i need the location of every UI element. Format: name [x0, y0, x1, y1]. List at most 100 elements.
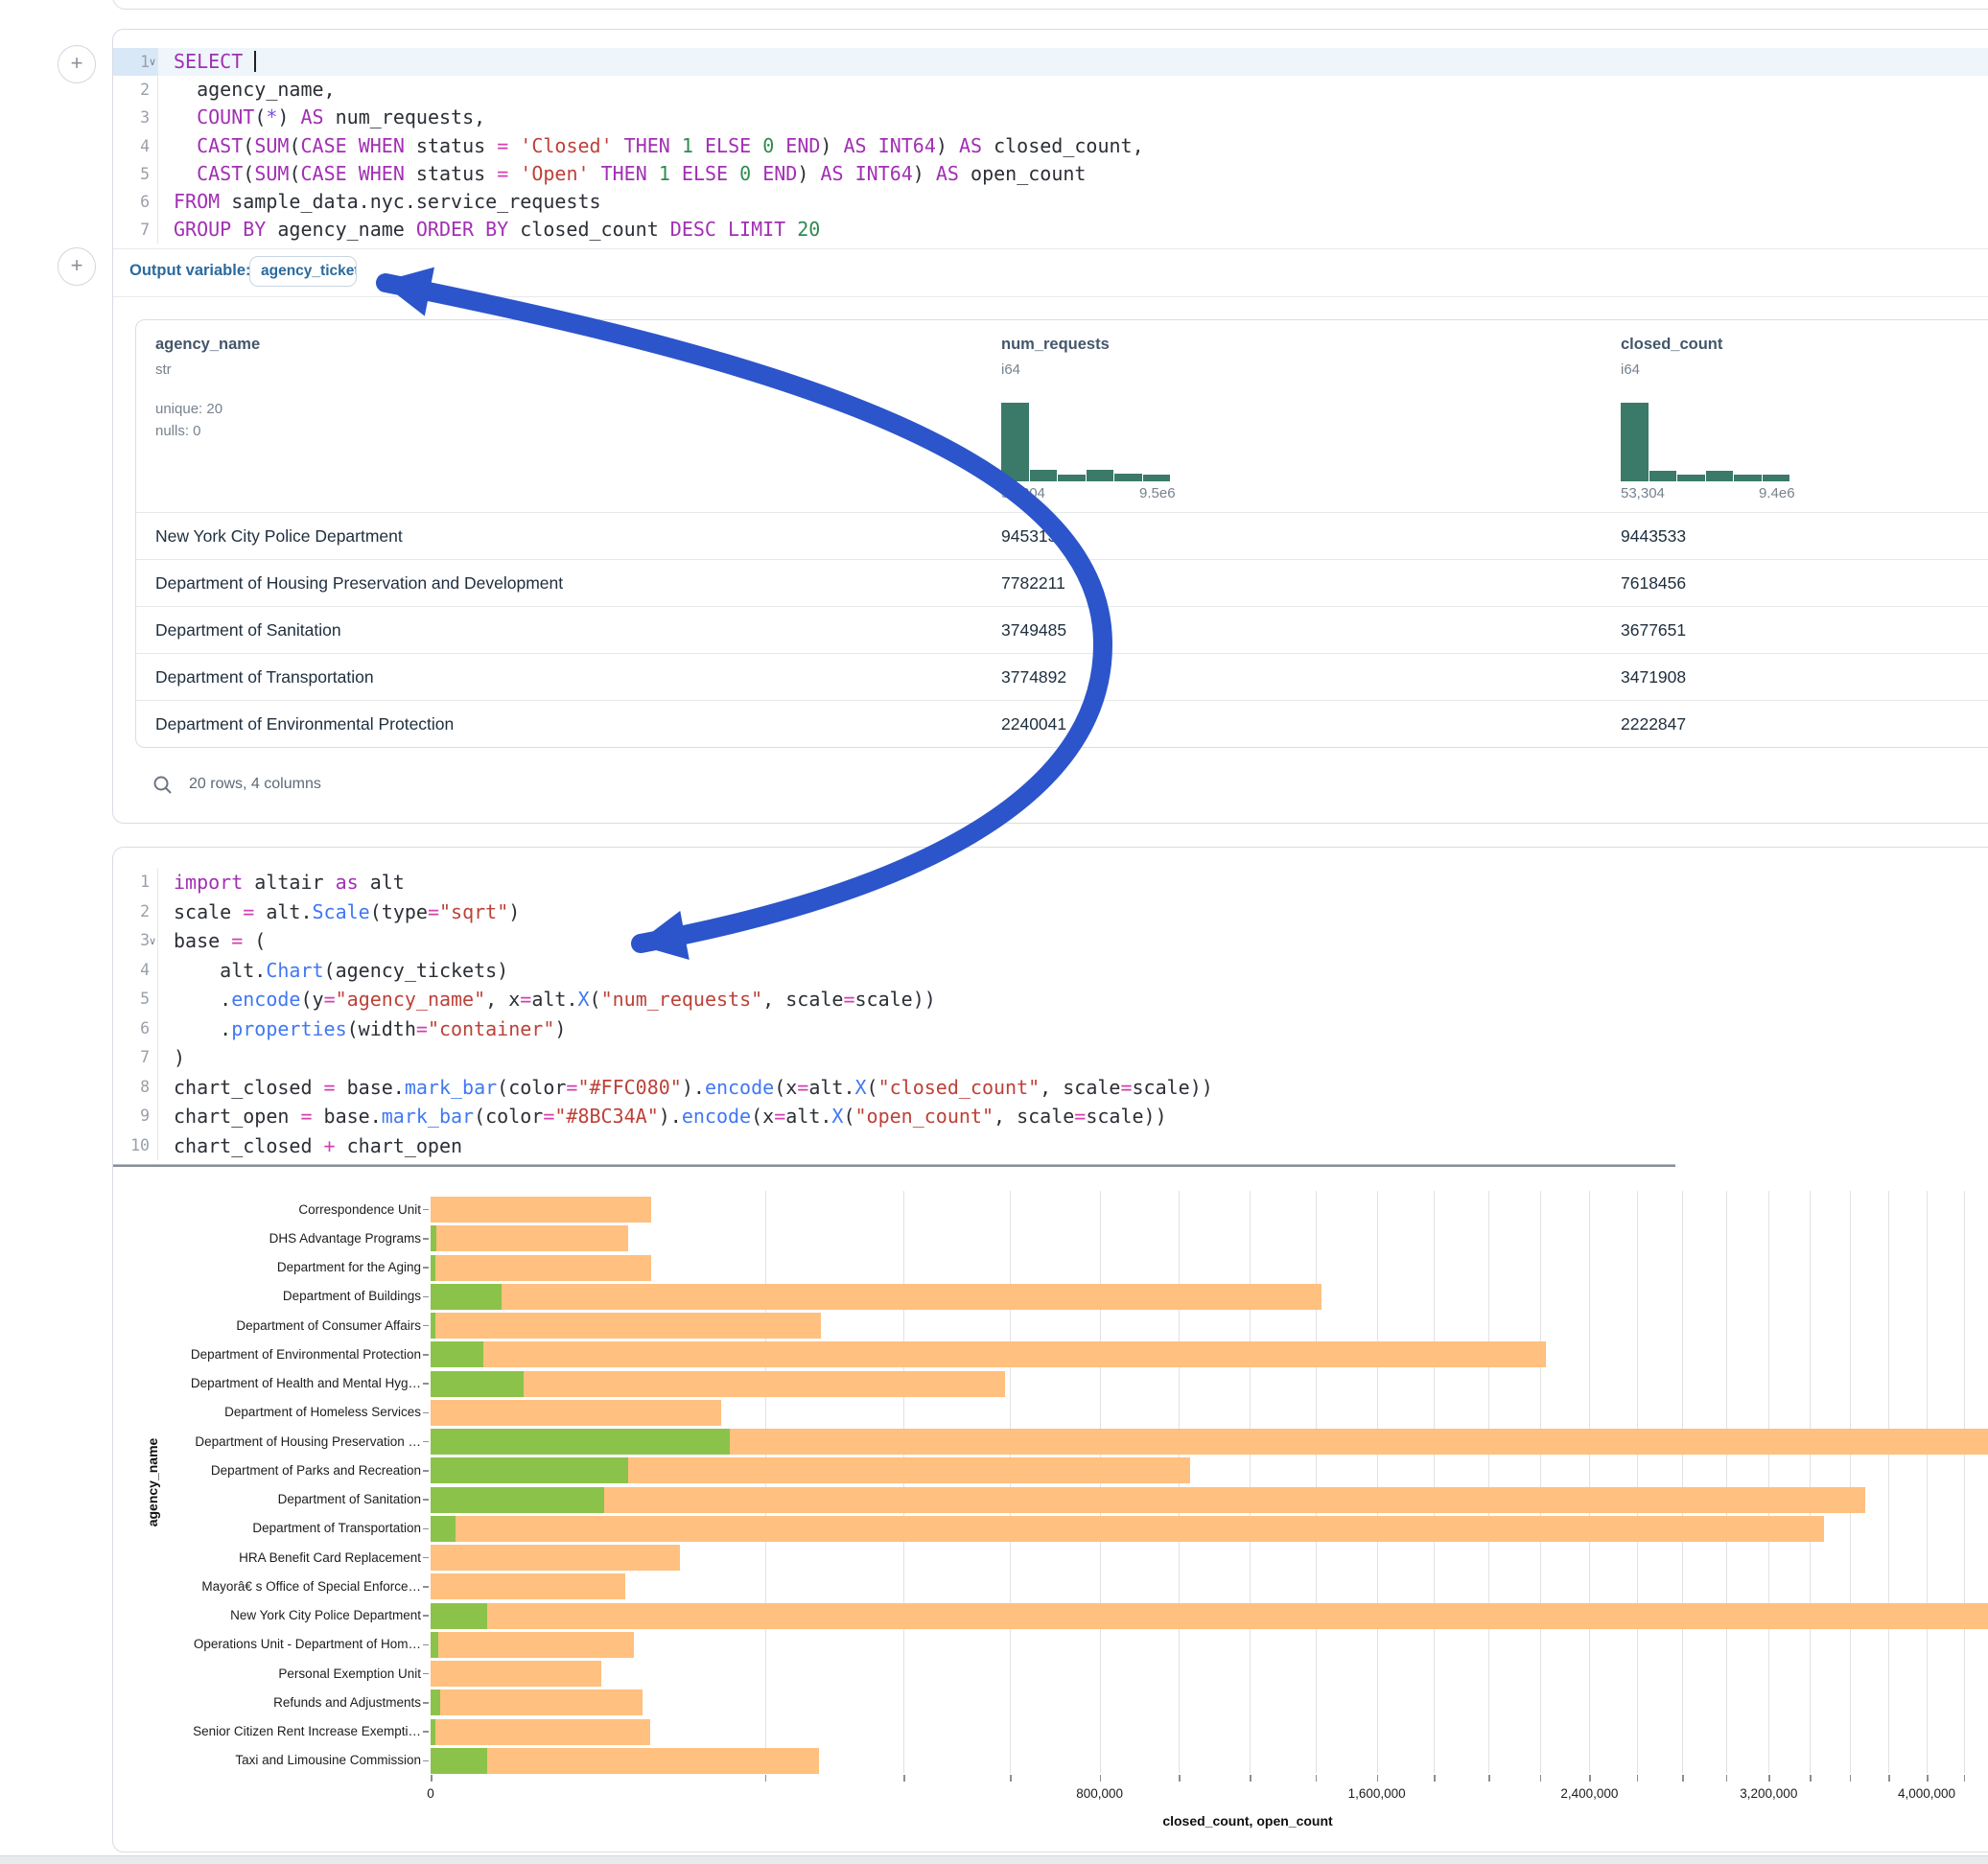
python-text-8[interactable]: chart_closed = base.mark_bar(color="#FFC…	[174, 1073, 1213, 1103]
table-row[interactable]: Department of Sanitation37494853677651	[136, 606, 1988, 654]
token	[613, 134, 624, 157]
column-header-num_requests[interactable]: num_requests	[1001, 336, 1110, 354]
token: =	[231, 929, 243, 952]
sql-line-4[interactable]: 4 CAST(SUM(CASE WHEN status = 'Closed' T…	[113, 132, 1988, 160]
chart-bar-open[interactable]	[431, 1255, 435, 1281]
chart-bar-closed[interactable]	[431, 1748, 819, 1774]
chart-bar-closed[interactable]	[431, 1255, 651, 1281]
python-text-3[interactable]: base = (	[174, 926, 266, 956]
token: 'Open'	[520, 162, 589, 185]
python-code-editor[interactable]: 1import altair as alt2scale = alt.Scale(…	[113, 848, 1988, 1164]
python-line-10[interactable]: 10chart_closed + chart_open	[113, 1131, 1988, 1161]
chart-bar-closed[interactable]	[431, 1545, 680, 1571]
python-line-6[interactable]: 6 .properties(width="container")	[113, 1014, 1988, 1044]
chart-bar-closed[interactable]	[431, 1689, 643, 1715]
sql-text-1[interactable]: SELECT	[174, 48, 256, 76]
chart-bar-closed[interactable]	[431, 1197, 651, 1223]
token: chart_closed	[174, 1076, 324, 1099]
table-row[interactable]: Department of Housing Preservation and D…	[136, 559, 1988, 607]
chart-bar-open[interactable]	[431, 1457, 628, 1483]
chart-bar-open[interactable]	[431, 1341, 483, 1367]
chart-bar-closed[interactable]	[431, 1284, 1321, 1310]
add-cell-button-top[interactable]: +	[58, 45, 96, 83]
sql-line-1[interactable]: 1∨SELECT	[113, 48, 1988, 76]
python-text-7[interactable]: )	[174, 1043, 185, 1073]
search-icon[interactable]	[152, 774, 175, 797]
chart-bar-open[interactable]	[431, 1429, 730, 1455]
cell-value: 3774892	[1001, 654, 1066, 701]
sql-text-5[interactable]: CAST(SUM(CASE WHEN status = 'Open' THEN …	[174, 160, 1086, 188]
fold-chevron-icon[interactable]: ∨	[149, 49, 160, 77]
table-row[interactable]: New York City Police Department945313194…	[136, 512, 1988, 560]
chart-bar-open[interactable]	[431, 1748, 487, 1774]
chart-bar-open[interactable]	[431, 1313, 435, 1339]
python-text-9[interactable]: chart_open = base.mark_bar(color="#8BC34…	[174, 1102, 1167, 1131]
x-axis-tick	[1589, 1775, 1591, 1782]
chart-bar-closed[interactable]	[431, 1225, 628, 1251]
output-variable-pill[interactable]: agency_tickets	[249, 256, 357, 287]
sql-line-6[interactable]: 6FROM sample_data.nyc.service_requests	[113, 188, 1988, 216]
sql-line-2[interactable]: 2 agency_name,	[113, 76, 1988, 104]
token: AS	[844, 134, 867, 157]
table-row[interactable]: Department of Environmental Protection22…	[136, 700, 1988, 748]
python-line-7[interactable]: 7)	[113, 1043, 1988, 1073]
python-gutter-3: 3	[113, 926, 150, 956]
sql-text-3[interactable]: COUNT(*) AS num_requests,	[174, 104, 485, 131]
chart-bar-open[interactable]	[431, 1284, 502, 1310]
token: (y	[300, 988, 323, 1011]
chart-bar-closed[interactable]	[431, 1487, 1865, 1513]
chart-bar-closed[interactable]	[431, 1313, 821, 1339]
python-text-5[interactable]: .encode(y="agency_name", x=alt.X("num_re…	[174, 985, 936, 1014]
sql-text-2[interactable]: agency_name,	[174, 76, 336, 104]
sql-text-6[interactable]: FROM sample_data.nyc.service_requests	[174, 188, 601, 216]
chart-bar-open[interactable]	[431, 1225, 436, 1251]
sql-line-7[interactable]: 7GROUP BY agency_name ORDER BY closed_co…	[113, 216, 1988, 244]
python-text-10[interactable]: chart_closed + chart_open	[174, 1131, 462, 1161]
sql-code-editor[interactable]: 1∨SELECT 2 agency_name,3 COUNT(*) AS num…	[113, 30, 1988, 248]
table-row[interactable]: Department of Transportation377489234719…	[136, 653, 1988, 701]
token: INT64	[878, 134, 936, 157]
chart-bar-open[interactable]	[431, 1371, 524, 1397]
chart-bar-closed[interactable]	[431, 1341, 1546, 1367]
python-text-2[interactable]: scale = alt.Scale(type="sqrt")	[174, 897, 520, 927]
chart-bar-open[interactable]	[431, 1516, 456, 1542]
python-line-3[interactable]: 3∨ base = (	[113, 926, 1988, 956]
chart-bar-closed[interactable]	[431, 1573, 625, 1599]
python-line-1[interactable]: 1import altair as alt	[113, 868, 1988, 897]
chart-bar-open[interactable]	[431, 1632, 438, 1658]
chart-bar-open[interactable]	[431, 1719, 435, 1745]
token: ).	[659, 1105, 682, 1128]
python-line-5[interactable]: 5 .encode(y="agency_name", x=alt.X("num_…	[113, 985, 1988, 1014]
chart-bar-closed[interactable]	[431, 1661, 601, 1687]
python-text-4[interactable]: alt.Chart(agency_tickets)	[174, 956, 508, 986]
chart-bar-open[interactable]	[431, 1689, 440, 1715]
chart-bar-closed[interactable]	[431, 1632, 634, 1658]
column-header-closed_count[interactable]: closed_count	[1621, 336, 1722, 354]
chart-bar-open[interactable]	[431, 1487, 604, 1513]
column-header-agency_name[interactable]: agency_name	[155, 336, 260, 354]
chart-bar-closed[interactable]	[431, 1516, 1824, 1542]
python-cell[interactable]: 1import altair as alt2scale = alt.Scale(…	[112, 847, 1988, 1852]
sql-line-3[interactable]: 3 COUNT(*) AS num_requests,	[113, 104, 1988, 131]
sql-line-5[interactable]: 5 CAST(SUM(CASE WHEN status = 'Open' THE…	[113, 160, 1988, 188]
sql-cell[interactable]: 1∨SELECT 2 agency_name,3 COUNT(*) AS num…	[112, 29, 1988, 824]
python-line-8[interactable]: 8chart_closed = base.mark_bar(color="#FF…	[113, 1073, 1988, 1103]
column-histogram	[1621, 403, 1789, 481]
chart-bar-closed[interactable]	[431, 1400, 721, 1426]
sql-text-7[interactable]: GROUP BY agency_name ORDER BY closed_cou…	[174, 216, 820, 244]
python-line-9[interactable]: 9chart_open = base.mark_bar(color="#8BC3…	[113, 1102, 1988, 1131]
fold-chevron-icon[interactable]: ∨	[149, 927, 160, 957]
chart-bar-closed[interactable]	[431, 1719, 650, 1745]
python-line-2[interactable]: 2scale = alt.Scale(type="sqrt")	[113, 897, 1988, 927]
token: )	[277, 105, 300, 128]
y-axis-label: Department of Buildings	[152, 1289, 421, 1303]
python-line-4[interactable]: 4 alt.Chart(agency_tickets)	[113, 956, 1988, 986]
python-text-6[interactable]: .properties(width="container")	[174, 1014, 566, 1044]
chart-bar-open[interactable]	[431, 1603, 487, 1629]
chart-bar-closed[interactable]	[431, 1603, 1988, 1629]
sql-text-4[interactable]: CAST(SUM(CASE WHEN status = 'Closed' THE…	[174, 132, 1144, 160]
token: )	[913, 162, 936, 185]
token: "num_requests"	[601, 988, 763, 1011]
add-cell-button-output[interactable]: +	[58, 247, 96, 286]
python-text-1[interactable]: import altair as alt	[174, 868, 405, 897]
